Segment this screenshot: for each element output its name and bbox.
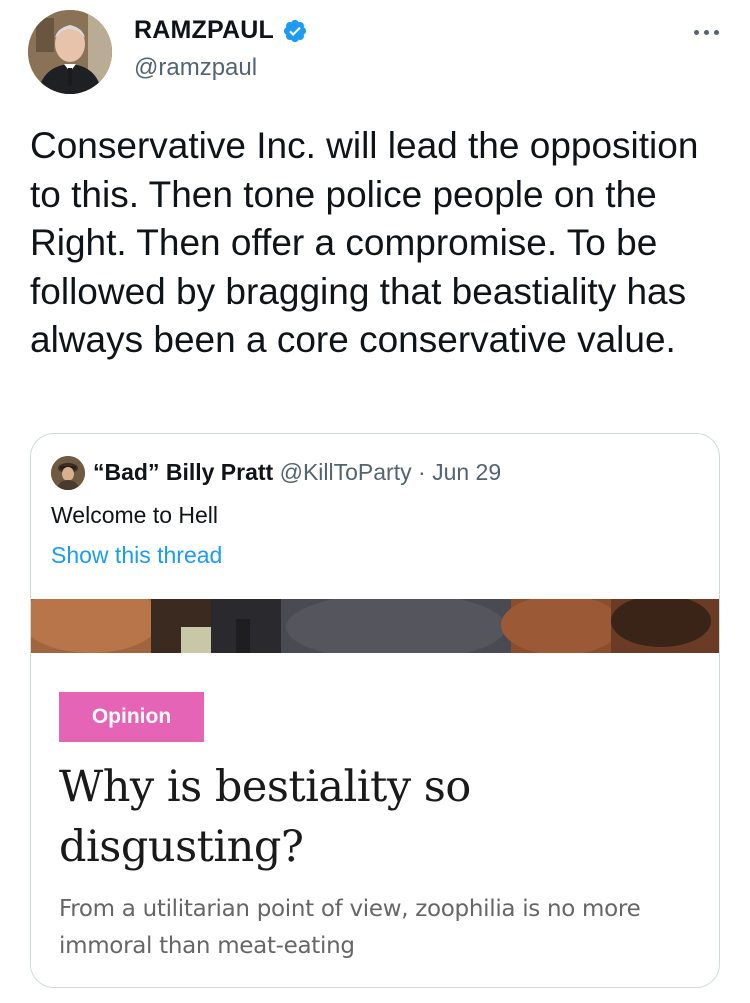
author-handle[interactable]: @ramzpaul — [134, 54, 257, 82]
opinion-tag: Opinion — [59, 692, 204, 742]
tweet-header: RAMZPAUL @ramzpaul — [0, 0, 750, 100]
author-display-name[interactable]: RAMZPAUL — [134, 16, 274, 45]
tweet-text: Conservative Inc. will lead the oppositi… — [30, 125, 699, 360]
quoted-tweet-meta: “Bad” Billy Pratt @KillToParty · Jun 29 — [93, 459, 501, 486]
quoted-tweet-card[interactable]: “Bad” Billy Pratt @KillToParty · Jun 29 … — [30, 433, 720, 988]
quoted-author-avatar[interactable] — [51, 456, 85, 490]
quoted-tweet-date[interactable]: Jun 29 — [432, 459, 501, 485]
quoted-author-name[interactable]: “Bad” Billy Pratt — [93, 459, 273, 485]
quoted-tweet-text: Welcome to Hell — [51, 502, 219, 528]
more-dot — [713, 29, 719, 35]
author-name-row: RAMZPAUL — [134, 16, 308, 45]
more-dot — [703, 29, 709, 35]
article-dek: From a utilitarian point of view, zoophi… — [59, 896, 641, 959]
author-avatar[interactable] — [28, 10, 112, 94]
more-dot — [693, 29, 699, 35]
quoted-author-handle[interactable]: @KillToParty — [280, 459, 412, 485]
more-options-icon[interactable] — [690, 22, 722, 42]
show-thread-link[interactable]: Show this thread — [51, 542, 222, 569]
horses-photo-banner — [31, 599, 719, 653]
article-headline: Why is bestiality so disgusting? — [59, 762, 471, 872]
verified-badge-icon — [283, 19, 307, 42]
meta-separator: · — [418, 459, 426, 485]
article-preview-image[interactable]: Opinion Why is bestiality so disgusting?… — [31, 599, 719, 987]
